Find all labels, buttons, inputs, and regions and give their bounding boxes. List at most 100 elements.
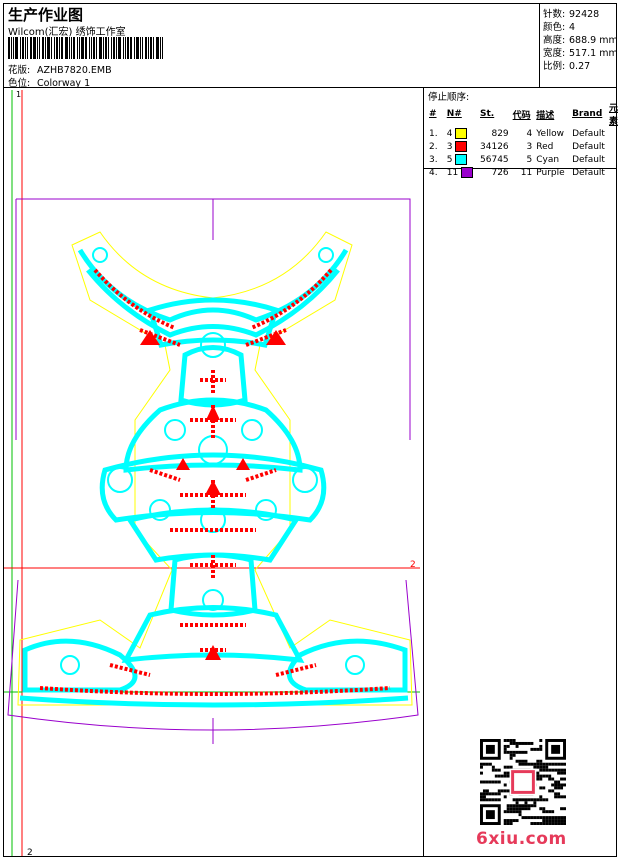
qr-module [485,789,489,793]
qr-module [506,810,510,814]
qr-module [518,804,522,808]
qr-module [551,822,555,825]
qr-module [494,780,498,784]
qr-module [506,750,510,754]
qr-module [497,768,501,772]
qr-module [527,762,531,766]
qr-module [497,774,501,778]
qr-module [524,807,528,811]
qr-module [539,795,543,799]
qr-module [524,801,528,805]
qr-module [515,807,519,811]
qr-module [524,741,528,745]
qr-module [494,798,498,802]
qr-module [533,762,537,766]
qr-module [497,780,501,784]
qr-module [539,774,543,778]
qr-module [530,804,534,808]
qr-module [539,768,543,772]
qr-module [518,762,522,766]
qr-module [518,807,522,811]
qr-module [503,810,507,814]
qr-module [488,780,492,784]
qr-module [527,804,531,808]
qr-module [515,801,519,805]
qr-module [515,744,519,748]
qr-module [548,810,552,814]
qr-module [503,819,507,823]
qr-module [539,759,543,763]
qr-module [503,822,507,825]
qr-module [485,792,489,796]
qr-module [530,798,534,802]
qr-module [536,774,540,778]
qr-module [536,798,540,802]
qr-module [509,750,513,754]
qr-module [560,783,564,787]
qr-module [530,816,534,820]
qr-module [536,747,540,751]
qr-module [512,807,516,811]
qr-module [494,768,498,772]
qr-module [509,753,513,757]
qr-module [488,792,492,796]
qr-module [536,822,540,825]
qr-module [530,762,534,766]
qr-module [542,810,546,814]
qr-module [485,798,489,802]
qr-module [518,798,522,802]
qr-module [563,771,566,775]
qr-module [542,786,546,790]
qr-module [521,798,525,802]
qr-module [539,777,543,781]
qr-module [539,807,543,811]
qr-module [548,768,552,772]
qr-module [515,819,519,823]
qr-module [545,816,549,820]
qr-module [494,792,498,796]
qr-module [560,762,564,766]
qr-module [494,774,498,778]
qr-module [509,807,513,811]
qr-module [539,786,543,790]
qr-module [557,786,561,790]
qr-module [500,789,504,793]
qr-module [524,804,528,808]
qr-module [503,750,507,754]
qr-module [536,762,540,766]
cyan-lace [19,248,409,708]
qr-module [533,747,537,751]
qr-module [560,819,564,823]
qr-module [491,798,495,802]
qr-module [548,819,552,823]
qr-module [506,744,510,748]
qr-module [536,765,540,769]
qr-module [548,777,552,781]
qr-module [551,744,561,754]
qr-module [560,795,564,799]
qr-module [560,771,564,775]
qr-module [551,810,555,814]
qr-module [542,774,546,778]
qr-module [542,822,546,825]
qr-module [554,783,558,787]
qr-module [515,741,519,745]
qr-module [548,789,552,793]
qr-module [524,759,528,763]
qr-module [480,792,483,796]
qr-module [488,762,492,766]
purple-outline [7,198,419,744]
qr-module [521,807,525,811]
qr-module [512,804,516,808]
qr-module [515,810,519,814]
qr-module [563,819,566,823]
qr-module [530,741,534,745]
qr-module [548,762,552,766]
qr-module [563,795,566,799]
qr-module [482,780,486,784]
qr-module [485,744,495,754]
qr-module [554,816,558,820]
qr-module [521,759,525,763]
qr-module [533,816,537,820]
qr-module [521,804,525,808]
